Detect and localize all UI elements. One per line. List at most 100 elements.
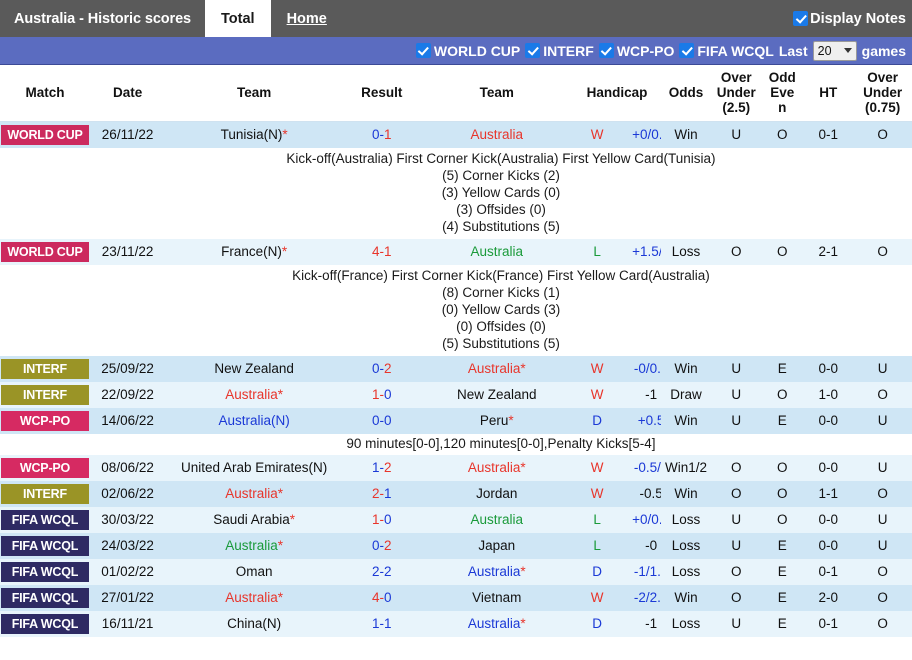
interf-checkbox[interactable] [525,43,541,58]
match-result: 0-2 [343,355,421,382]
match-date: 27/01/22 [89,584,166,611]
tab-total[interactable]: Total [205,0,271,37]
competition-filter-bar: WORLD CUP INTERF WCP-PO FIFA WCQL Last 2… [0,37,912,65]
match-result: 4-0 [343,584,421,611]
away-team[interactable]: Jordan [420,480,574,507]
handicap-cell: W -0.5 [573,480,661,507]
page-title: Australia - Historic scores [14,10,192,27]
col-match[interactable]: Match [0,65,90,122]
table-row[interactable]: FIFA WCQL 27/01/22 Australia* 4-0 Vietnam W -2… [0,584,912,611]
away-team[interactable]: Australia [420,121,574,148]
world-cup-checkbox[interactable] [415,43,431,58]
away-team[interactable]: Australia [420,506,574,533]
table-row[interactable]: WCP-PO 08/06/22 United Arab Emirates(N) 1-2… [0,454,912,481]
win-draw-loss: W [590,486,604,501]
home-team[interactable]: Australia(N) [165,407,344,434]
games-count-select[interactable]: 20 [812,40,857,61]
over-under-25-value: U [711,610,762,637]
home-team[interactable]: United Arab Emirates(N) [165,454,344,481]
wcp-po-checkbox[interactable] [598,43,614,58]
away-team[interactable]: New Zealand [420,381,574,408]
fifa-wcql-checkbox[interactable] [679,43,695,58]
match-date: 14/06/22 [89,407,166,434]
col-over-under-25[interactable]: Over Under (2.5) [711,65,762,122]
col-odds[interactable]: Odds [660,65,712,122]
competition-badge: WORLD CUP [1,241,89,262]
over-under-25-value: O [711,558,762,585]
tab-home[interactable]: Home [271,0,343,37]
over-under-075-value: O [853,558,912,585]
home-team[interactable]: China(N) [165,610,344,637]
handicap-cell: D -1/1.5 [573,558,661,585]
over-under-25-value: U [711,407,762,434]
filter-fifa-wcql[interactable]: FIFA WCQL [679,42,774,59]
away-team[interactable]: Australia* [420,355,574,382]
filter-world-cup[interactable]: WORLD CUP [415,43,520,59]
home-team[interactable]: Australia* [165,480,344,507]
home-team[interactable]: Oman [165,558,344,585]
col-handicap[interactable]: Handicap [573,65,661,122]
away-team[interactable]: Peru* [420,407,574,434]
over-under-075-value: O [853,610,912,637]
filter-wcp-po[interactable]: WCP-PO [598,43,674,59]
handicap-cell: L -0 [573,532,661,559]
col-team-home[interactable]: Team [165,65,344,122]
table-header-row: Match Date Team Result Team Handicap Odd… [0,65,912,122]
over-under-075-value: U [853,407,912,434]
half-time-score: 0-1 [803,558,854,585]
handicap-value: +0.5 [637,413,661,428]
over-under-25-value: O [711,238,762,265]
match-notes-row: Kick-off(Australia) First Corner Kick(Au… [0,147,912,239]
match-result: 0-1 [343,121,421,148]
home-team[interactable]: Saudi Arabia* [165,506,344,533]
away-team[interactable]: Australia [420,238,574,265]
away-team[interactable]: Australia* [420,558,574,585]
table-row[interactable]: WORLD CUP 23/11/22 France(N)* 4-1 Australia L… [0,238,912,265]
col-date[interactable]: Date [89,65,166,122]
away-team[interactable]: Vietnam [420,584,574,611]
competition-badge: WCP-PO [1,410,89,431]
table-row[interactable]: FIFA WCQL 24/03/22 Australia* 0-2 Japan L -0 Lo… [0,532,912,559]
col-result[interactable]: Result [343,65,421,122]
table-row[interactable]: FIFA WCQL 16/11/21 China(N) 1-1 Australia* D -… [0,610,912,637]
display-notes-checkbox[interactable] [793,11,809,26]
home-team[interactable]: Australia* [165,381,344,408]
match-notes: Kick-off(Australia) First Corner Kick(Au… [89,147,912,239]
table-row[interactable]: INTERF 02/06/22 Australia* 2-1 Jordan W -0.5 Wi… [0,480,912,507]
ou25-line2: Under [716,85,756,101]
table-row[interactable]: FIFA WCQL 01/02/22 Oman 2-2 Australia* D -1/1.… [0,558,912,585]
col-ht[interactable]: HT [803,65,854,122]
filter-interf[interactable]: INTERF [525,43,594,59]
competition-badge: WORLD CUP [1,124,89,145]
table-row[interactable]: WCP-PO 14/06/22 Australia(N) 0-0 Peru* D +0.5 W… [0,407,912,434]
over-under-25-value: U [711,381,762,408]
over-under-25-value: U [711,355,762,382]
away-team[interactable]: Australia* [420,454,574,481]
table-row[interactable]: FIFA WCQL 30/03/22 Saudi Arabia* 1-0 Austral… [0,506,912,533]
home-team[interactable]: New Zealand [165,355,344,382]
handicap-value: +0/0.5 [632,127,661,142]
col-over-under-075[interactable]: Over Under (0.75) [853,65,912,122]
table-row[interactable]: WORLD CUP 26/11/22 Tunisia(N)* 0-1 Australia… [0,121,912,148]
away-team[interactable]: Japan [420,532,574,559]
home-team[interactable]: Tunisia(N)* [165,121,344,148]
table-row[interactable]: INTERF 22/09/22 Australia* 1-0 New Zealand W -… [0,381,912,408]
display-notes-control[interactable]: Display Notes [793,0,912,37]
match-date: 01/02/22 [89,558,166,585]
over-under-25-value: U [711,532,762,559]
odd-even-value: O [761,480,804,507]
home-team[interactable]: Australia* [165,584,344,611]
col-odd-even[interactable]: Odd Eve n [761,65,804,122]
historic-scores-page: Australia - Historic scores Total Home D… [0,0,912,660]
fifa-wcql-label: FIFA WCQL [697,42,774,59]
odd-even-value: O [761,454,804,481]
home-team[interactable]: Australia* [165,532,344,559]
odds-value: Loss [660,610,712,637]
col-team-away[interactable]: Team [420,65,574,122]
chevron-down-icon [843,48,852,53]
handicap-value: -1 [645,387,658,402]
table-row[interactable]: INTERF 25/09/22 New Zealand 0-2 Australia* W -… [0,355,912,382]
home-team[interactable]: France(N)* [165,238,344,265]
win-draw-loss: W [590,590,604,605]
away-team[interactable]: Australia* [420,610,574,637]
